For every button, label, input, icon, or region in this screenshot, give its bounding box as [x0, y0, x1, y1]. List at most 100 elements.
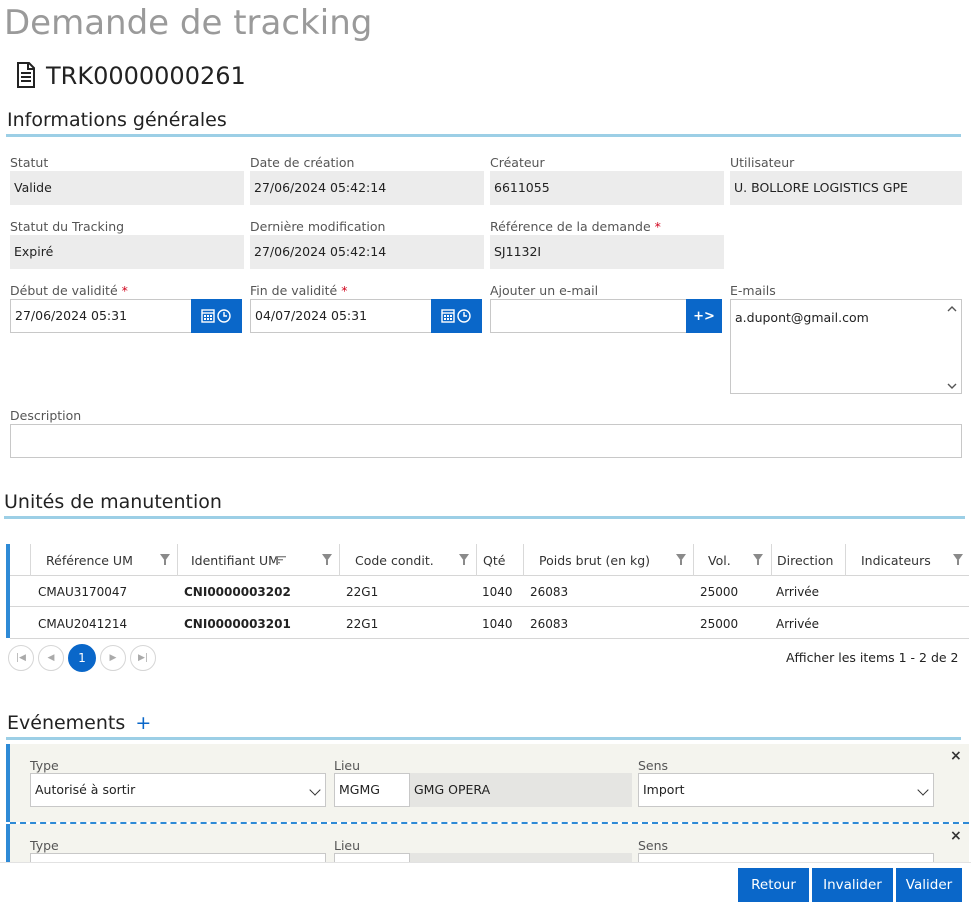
debut-validite-picker-button[interactable] [191, 299, 242, 333]
column-header-reference-um[interactable]: Référence UM [46, 544, 133, 576]
document-id: TRK0000000261 [46, 62, 246, 90]
cell-direction: Arrivée [776, 585, 820, 599]
reference-label: Référence de la demande * [490, 219, 661, 234]
derniere-modification-field: 27/06/2024 05:42:14 [250, 235, 484, 269]
date-creation-label: Date de création [250, 155, 355, 170]
table-row[interactable]: CMAU3170047 CNI0000003202 22G1 1040 2608… [10, 576, 969, 607]
debut-validite-label: Début de validité * [10, 283, 128, 298]
pager-summary: Afficher les items 1 - 2 de 2 [786, 650, 959, 665]
add-email-button[interactable]: +> [686, 299, 722, 333]
section-divider [6, 134, 961, 137]
cell-vol: 25000 [700, 617, 739, 631]
event-sens-select[interactable]: Import [638, 773, 934, 807]
event-lieu-code-input[interactable]: MGMG [334, 773, 410, 807]
table-row[interactable]: CMAU2041214 CNI0000003201 22G1 1040 2608… [10, 608, 969, 639]
utilisateur-label: Utilisateur [730, 155, 795, 170]
filter-icon[interactable] [953, 554, 963, 565]
filter-icon[interactable] [322, 554, 332, 565]
required-marker: * [121, 283, 128, 298]
add-event-button[interactable]: + [135, 712, 151, 734]
cell-code-condit: 22G1 [346, 617, 379, 631]
derniere-modification-label: Dernière modification [250, 219, 386, 234]
column-header-qte[interactable]: Qté [483, 544, 505, 576]
ajouter-email-label: Ajouter un e-mail [490, 283, 599, 298]
ajouter-email-input[interactable] [490, 299, 687, 333]
section-title-units: Unités de manutention [4, 491, 222, 513]
cell-reference-um: CMAU2041214 [38, 617, 128, 631]
column-header-code-condit[interactable]: Code condit. [355, 544, 434, 576]
statut-tracking-field: Expiré [10, 235, 244, 269]
cell-identifiant-um: CNI0000003201 [184, 617, 291, 631]
calendar-clock-icon [440, 309, 471, 323]
close-icon[interactable]: × [950, 828, 962, 844]
cell-poids-brut: 26083 [530, 585, 569, 599]
filter-icon[interactable] [753, 554, 763, 565]
grid-header: Référence UM Identifiant UM Code condit.… [10, 544, 969, 576]
event-lieu-label: Lieu [334, 838, 361, 853]
createur-label: Créateur [490, 155, 545, 170]
event-lieu-name: GMG OPERA [410, 773, 632, 807]
valider-button[interactable]: Valider [896, 868, 962, 902]
pager-last-icon[interactable]: ▶| [130, 645, 156, 671]
column-header-indicateurs[interactable]: Indicateurs [861, 544, 931, 576]
debut-validite-input[interactable]: 27/06/2024 05:31 [10, 299, 192, 333]
pager-prev-icon[interactable]: ◀ [38, 645, 64, 671]
event-lieu-label: Lieu [334, 758, 361, 773]
fin-validite-picker-button[interactable] [431, 299, 482, 333]
statut-tracking-label: Statut du Tracking [10, 219, 125, 234]
required-marker: * [654, 219, 661, 234]
page-title: Demande de tracking [4, 3, 373, 43]
section-divider [4, 516, 965, 519]
event-sens-value: Import [643, 782, 685, 797]
date-creation-field: 27/06/2024 05:42:14 [250, 171, 484, 205]
close-icon[interactable]: × [950, 748, 962, 764]
document-header: TRK0000000261 [16, 60, 246, 92]
section-divider [6, 737, 961, 740]
reference-field: SJ1132I [490, 235, 724, 269]
filter-icon[interactable] [160, 554, 170, 565]
column-header-direction[interactable]: Direction [777, 544, 833, 576]
cell-poids-brut: 26083 [530, 617, 569, 631]
chevron-down-icon [309, 784, 321, 796]
pager-first-icon[interactable]: |◀ [8, 645, 34, 671]
fin-validite-label: Fin de validité * [250, 283, 348, 298]
cell-reference-um: CMAU3170047 [38, 585, 128, 599]
utilisateur-field: U. BOLLORE LOGISTICS GPE [730, 171, 962, 205]
description-label: Description [10, 408, 82, 423]
event-type-value: Autorisé à sortir [35, 782, 136, 797]
chevron-down-icon [917, 784, 929, 796]
pager-page-button[interactable]: 1 [68, 644, 96, 672]
event-sens-label: Sens [638, 838, 669, 853]
fin-validite-input[interactable]: 04/07/2024 05:31 [250, 299, 432, 333]
createur-field: 6611055 [490, 171, 724, 205]
section-title-events: Evénements + [7, 712, 152, 734]
scroll-up-icon[interactable] [945, 304, 959, 314]
cell-qte: 1040 [482, 617, 513, 631]
statut-label: Statut [10, 155, 49, 170]
column-header-vol[interactable]: Vol. [708, 544, 731, 576]
scroll-down-icon[interactable] [945, 381, 959, 391]
event-type-label: Type [30, 838, 59, 853]
event-sens-label: Sens [638, 758, 669, 773]
sort-icon[interactable] [276, 555, 286, 565]
retour-button[interactable]: Retour [738, 868, 809, 902]
filter-icon[interactable] [459, 554, 469, 565]
calendar-clock-icon [200, 309, 231, 323]
column-header-poids-brut[interactable]: Poids brut (en kg) [539, 544, 650, 576]
statut-field: Valide [10, 171, 244, 205]
description-input[interactable] [10, 424, 962, 458]
emails-textarea[interactable]: a.dupont@gmail.com [730, 299, 962, 394]
cell-vol: 25000 [700, 585, 739, 599]
pager-next-icon[interactable]: ▶ [100, 645, 126, 671]
filter-icon[interactable] [676, 554, 686, 565]
column-header-identifiant-um[interactable]: Identifiant UM [191, 544, 279, 576]
emails-label: E-mails [730, 283, 776, 298]
event-type-label: Type [30, 758, 59, 773]
required-marker: * [341, 283, 348, 298]
cell-identifiant-um: CNI0000003202 [184, 585, 291, 599]
cell-qte: 1040 [482, 585, 513, 599]
invalider-button[interactable]: Invalider [812, 868, 893, 902]
cell-code-condit: 22G1 [346, 585, 379, 599]
event-type-select[interactable]: Autorisé à sortir [30, 773, 326, 807]
email-entry: a.dupont@gmail.com [735, 310, 869, 325]
